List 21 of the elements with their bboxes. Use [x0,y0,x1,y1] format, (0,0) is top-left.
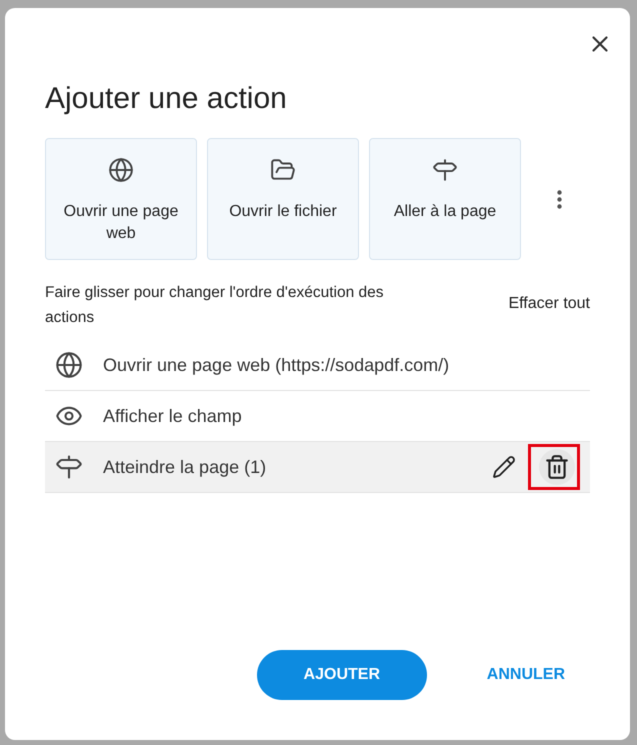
drag-hint: Faire glisser pour changer l'ordre d'exécution des actions [45,283,384,328]
dialog-title: Ajouter une action [45,82,288,116]
action-label: Atteindre la page (1) [103,456,268,478]
action-type-card[interactable]: Aller à la page [369,138,521,260]
action-row[interactable]: Atteindre la page (1) [45,442,590,493]
add-button[interactable]: AJOUTER [256,650,427,700]
cancel-button[interactable]: ANNULER [466,656,585,694]
trash-icon [544,454,570,480]
globe-icon [55,351,83,379]
action-type-card[interactable]: Ouvrir le fichier [207,138,359,260]
pencil-icon [492,455,516,479]
globe-icon [108,157,134,183]
signpost-icon [55,453,83,481]
action-type-card[interactable]: Ouvrir une page web [45,138,197,260]
signpost-icon [432,157,458,183]
action-label: Ouvrir une page web (https://sodapdf.com/) [103,354,450,376]
action-row[interactable]: Ouvrir une page web (https://sodapdf.com/) [45,340,590,391]
delete-button[interactable] [539,449,575,485]
clear-all-button[interactable]: Effacer tout [508,295,590,313]
more-icon [557,190,562,208]
action-label: Afficher le champ [103,406,243,426]
